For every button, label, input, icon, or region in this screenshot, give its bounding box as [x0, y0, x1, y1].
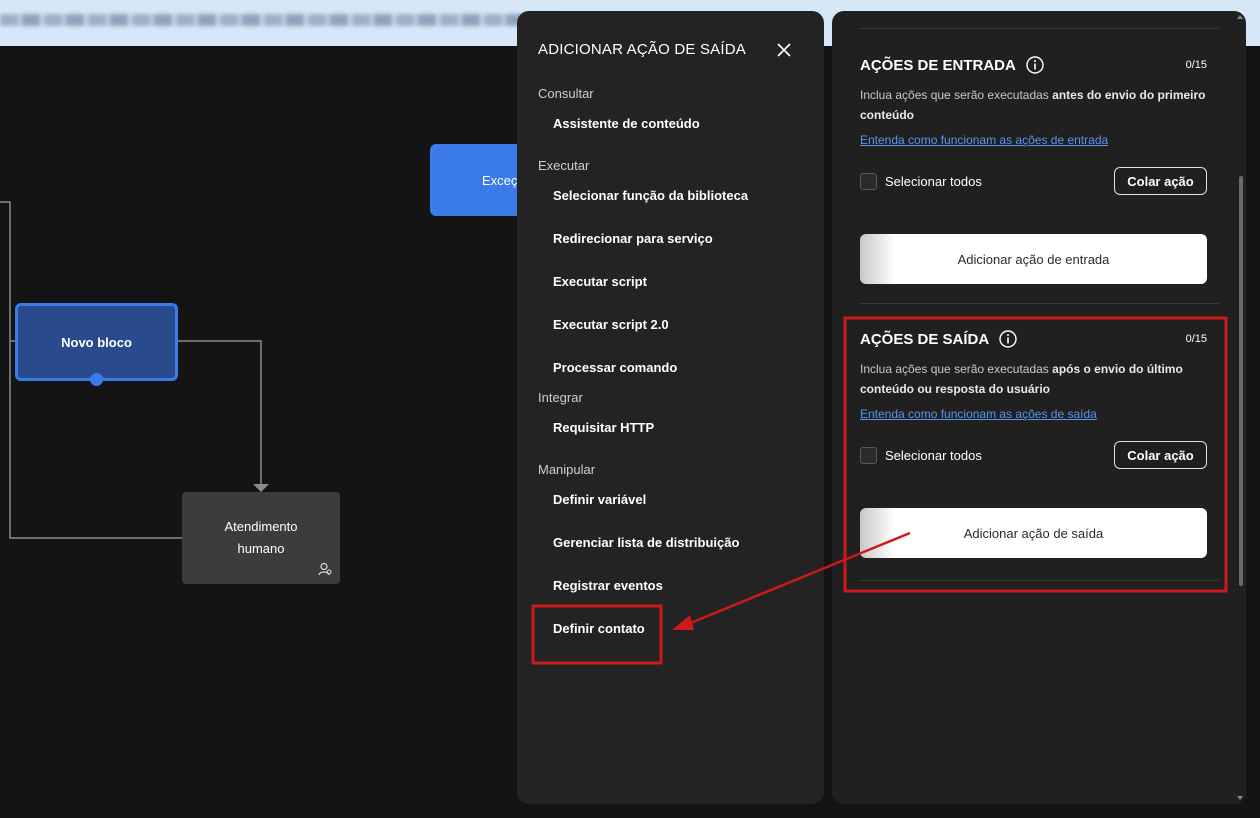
select-row: Selecionar todos Colar ação [860, 167, 1207, 195]
agent-icon [318, 562, 332, 576]
section-acoes-entrada: AÇÕES DE ENTRADA 0/15 Inclua ações que s… [860, 55, 1207, 284]
section-acoes-saida: AÇÕES DE SAÍDA 0/15 Inclua ações que ser… [860, 329, 1207, 558]
paste-action-button[interactable]: Colar ação [1114, 167, 1207, 195]
action-list: Consultar Assistente de conteúdo Executa… [517, 83, 824, 657]
menu-item-executar-script[interactable]: Executar script [517, 267, 824, 310]
connector-arrowhead [253, 484, 269, 492]
block-output-port[interactable] [90, 373, 103, 386]
divider [860, 28, 1219, 29]
select-all-control[interactable]: Selecionar todos [860, 172, 982, 190]
divider [860, 580, 1219, 581]
action-counter: 0/15 [1185, 59, 1207, 71]
block-label: Novo bloco [61, 334, 132, 350]
scroll-down-arrow[interactable] [1237, 796, 1243, 800]
desc-text: Inclua ações que serão executadas [860, 88, 1053, 102]
help-link-saida[interactable]: Entenda como funcionam as ações de saída [860, 407, 1207, 421]
menu-item-gerenciar-lista[interactable]: Gerenciar lista de distribuição [517, 528, 824, 571]
select-all-label: Selecionar todos [885, 447, 982, 463]
select-all-label: Selecionar todos [885, 173, 982, 189]
connector-novo-to-humano [178, 340, 262, 486]
action-counter: 0/15 [1185, 333, 1207, 345]
divider [860, 303, 1219, 304]
section-title: AÇÕES DE SAÍDA [860, 329, 1207, 349]
blurred-url-text [0, 14, 560, 26]
add-exit-action-menu: ADICIONAR AÇÃO DE SAÍDA Consultar Assist… [517, 11, 824, 804]
menu-item-selecionar-funcao[interactable]: Selecionar função da biblioteca [517, 181, 824, 224]
scroll-up-arrow[interactable] [1237, 15, 1243, 19]
menu-title: ADICIONAR AÇÃO DE SAÍDA [538, 41, 746, 58]
group-manipular: Manipular [538, 462, 596, 477]
group-integrar: Integrar [538, 390, 583, 405]
add-exit-action-button[interactable]: Adicionar ação de saída [860, 508, 1207, 558]
paste-action-button[interactable]: Colar ação [1114, 441, 1207, 469]
block-actions-panel: AÇÕES DE ENTRADA 0/15 Inclua ações que s… [832, 11, 1246, 804]
menu-item-processar-comando[interactable]: Processar comando [517, 353, 824, 387]
section-description: Inclua ações que serão executadas antes … [860, 85, 1207, 125]
section-title: AÇÕES DE ENTRADA [860, 55, 1207, 75]
panel-scrollbar[interactable] [1239, 176, 1243, 586]
select-all-checkbox[interactable] [860, 446, 877, 464]
info-icon[interactable] [999, 330, 1017, 348]
close-icon[interactable] [775, 41, 793, 59]
flow-block-novo-bloco[interactable]: Novo bloco [15, 303, 178, 386]
add-entry-action-button[interactable]: Adicionar ação de entrada [860, 234, 1207, 284]
select-all-control[interactable]: Selecionar todos [860, 446, 982, 464]
desc-text: Inclua ações que serão executadas [860, 362, 1053, 376]
section-description: Inclua ações que serão executadas após o… [860, 359, 1207, 399]
menu-item-definir-variavel[interactable]: Definir variável [517, 485, 824, 528]
menu-item-definir-contato[interactable]: Definir contato [517, 614, 824, 657]
menu-item-requisitar-http[interactable]: Requisitar HTTP [517, 413, 824, 459]
block-label: Atendimento humano [224, 519, 298, 556]
menu-item-assistente-conteudo[interactable]: Assistente de conteúdo [517, 109, 824, 155]
select-all-checkbox[interactable] [860, 172, 877, 190]
help-link-entrada[interactable]: Entenda como funcionam as ações de entra… [860, 133, 1207, 147]
group-executar: Executar [538, 158, 590, 173]
section-title-text: AÇÕES DE ENTRADA [860, 56, 1016, 74]
flow-block-atendimento-humano[interactable]: Atendimento humano [182, 492, 340, 584]
select-row: Selecionar todos Colar ação [860, 441, 1207, 469]
group-consultar: Consultar [538, 86, 594, 101]
info-icon[interactable] [1026, 56, 1044, 74]
menu-item-registrar-eventos[interactable]: Registrar eventos [517, 571, 824, 614]
menu-item-redirecionar-servico[interactable]: Redirecionar para serviço [517, 224, 824, 267]
section-title-text: AÇÕES DE SAÍDA [860, 330, 990, 348]
menu-item-executar-script-2[interactable]: Executar script 2.0 [517, 310, 824, 353]
